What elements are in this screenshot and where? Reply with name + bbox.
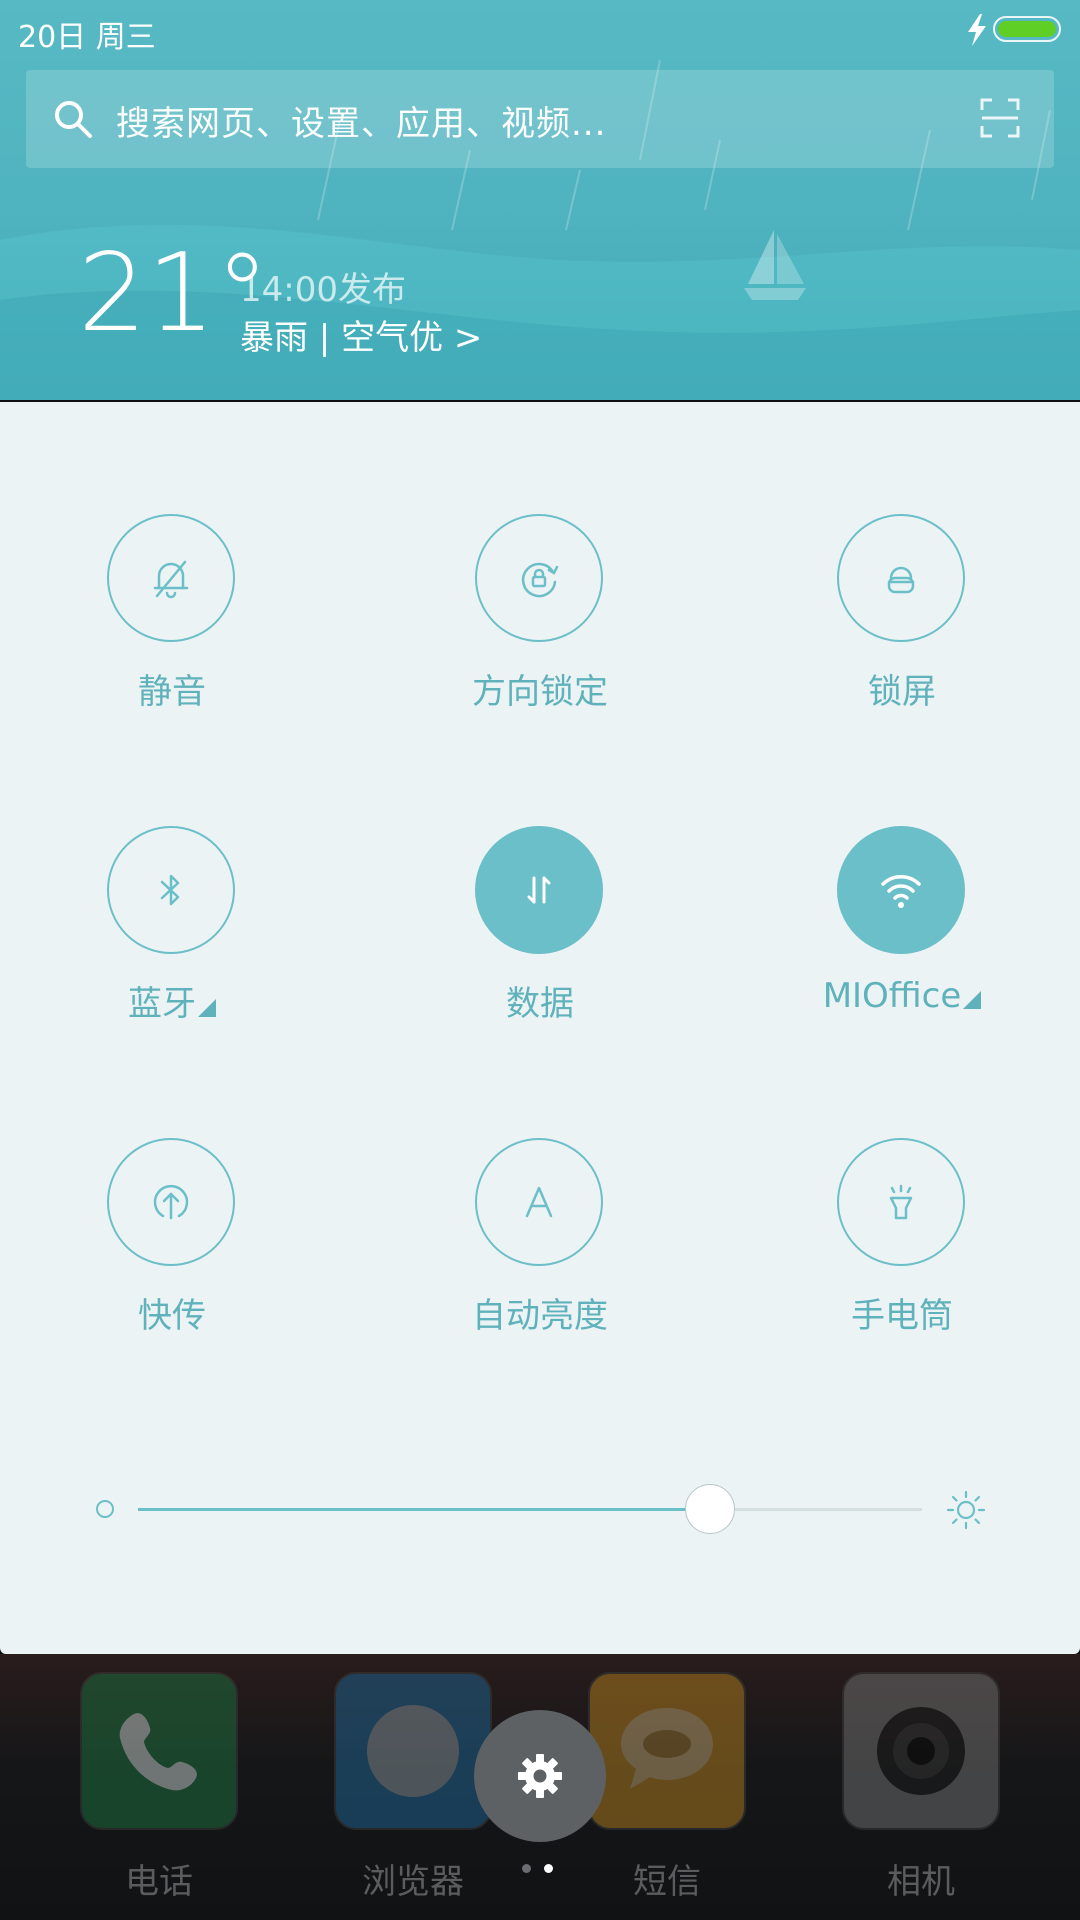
dock-app-label: 相机 — [887, 1862, 955, 1902]
lock-icon — [887, 566, 915, 594]
gear-icon — [518, 1754, 562, 1798]
toggle-wifi-button[interactable] — [837, 826, 965, 954]
battery-icon — [993, 16, 1061, 42]
more-options-indicator-icon — [198, 999, 216, 1017]
flashlight-icon — [889, 1184, 913, 1220]
toggle-bluetooth[interactable]: 蓝牙 — [22, 826, 322, 1046]
brightness-low-icon — [96, 1500, 114, 1518]
scan-icon[interactable] — [980, 98, 1020, 138]
page-indicator — [522, 1864, 562, 1876]
toggle-quick-transfer[interactable]: 快传 — [22, 1138, 322, 1358]
toggle-bluetooth-button[interactable] — [107, 826, 235, 954]
dock-app-browser[interactable]: 浏览器 — [334, 1672, 494, 1903]
message-icon[interactable] — [588, 1672, 746, 1830]
toggle-auto-brightness-label: 自动亮度 — [472, 1296, 608, 1336]
toggle-bluetooth-label: 蓝牙 — [128, 984, 196, 1024]
weather-header: 20日 周三 搜索网页、设置、应用、视频... 21° 14:00发布 暴雨 |… — [0, 0, 1080, 400]
search-placeholder: 搜索网页、设置、应用、视频... — [116, 104, 607, 144]
dock-app-label: 浏览器 — [362, 1862, 464, 1902]
wifi-icon — [881, 875, 921, 908]
quick-settings-panel: 静音 方向锁定 锁屏 蓝牙 数据 MIOffice 快传 自动亮度 手电筒 — [0, 402, 1080, 1654]
battery-level — [998, 21, 1056, 37]
dock-app-messages[interactable]: 短信 — [588, 1672, 748, 1903]
more-options-indicator-icon — [963, 991, 982, 1009]
brightness-slider[interactable] — [138, 1484, 922, 1534]
toggle-wifi-label: MIOffice — [822, 976, 962, 1016]
toggle-rotation-lock-button[interactable] — [475, 514, 603, 642]
brightness-slider-fill — [138, 1508, 710, 1511]
auto-brightness-icon — [525, 1186, 553, 1218]
toggle-wifi-label-row: MIOffice — [752, 976, 1052, 1016]
bluetooth-icon — [160, 874, 180, 906]
camera-glyph — [877, 1707, 965, 1795]
search-bar[interactable]: 搜索网页、设置、应用、视频... — [26, 70, 1054, 168]
toggle-wifi[interactable]: MIOffice — [752, 826, 1052, 1046]
toggle-quick-transfer-label: 快传 — [138, 1296, 206, 1336]
page-dot — [522, 1864, 531, 1873]
phone-icon[interactable] — [80, 1672, 238, 1830]
weather-condition-link[interactable]: 暴雨 | 空气优 > — [240, 310, 482, 359]
browser-glyph — [367, 1705, 459, 1797]
settings-button[interactable] — [474, 1710, 606, 1842]
dock-app-camera[interactable]: 相机 — [842, 1672, 1002, 1903]
toggle-silent-button[interactable] — [107, 514, 235, 642]
brightness-high-icon — [946, 1490, 986, 1530]
upload-icon — [153, 1184, 189, 1220]
mobile-data-icon — [527, 876, 551, 904]
weather-publish-time: 14:00发布 — [240, 270, 406, 310]
dock-app-phone[interactable]: 电话 — [80, 1672, 240, 1903]
toggle-lock-screen[interactable]: 锁屏 — [752, 514, 1052, 734]
camera-icon[interactable] — [842, 1672, 1000, 1830]
toggle-silent-label: 静音 — [138, 672, 206, 712]
toggle-mobile-data-label: 数据 — [506, 984, 574, 1024]
toggle-rotation-lock[interactable]: 方向锁定 — [390, 514, 690, 734]
charging-icon — [968, 14, 986, 46]
rotation-lock-icon — [521, 562, 559, 598]
status-bar: 20日 周三 — [0, 0, 1080, 62]
toggle-bluetooth-label-row: 蓝牙 — [22, 976, 322, 1025]
search-icon — [55, 101, 92, 138]
toggle-flashlight[interactable]: 手电筒 — [752, 1138, 1052, 1358]
status-date: 20日 周三 — [18, 20, 156, 55]
toggle-mobile-data[interactable]: 数据 — [390, 826, 690, 1046]
browser-icon[interactable] — [334, 1672, 492, 1830]
dock-app-label: 短信 — [633, 1862, 701, 1902]
dock-app-label: 电话 — [125, 1862, 193, 1902]
message-glyph — [621, 1708, 713, 1789]
toggle-rotation-lock-label: 方向锁定 — [472, 672, 608, 712]
toggle-mobile-data-button[interactable] — [475, 826, 603, 954]
toggle-auto-brightness-button[interactable] — [475, 1138, 603, 1266]
brightness-slider-thumb[interactable] — [685, 1484, 735, 1534]
sailboat-icon — [744, 230, 806, 300]
toggle-flashlight-button[interactable] — [837, 1138, 965, 1266]
toggle-lock-screen-button[interactable] — [837, 514, 965, 642]
toggle-quick-transfer-button[interactable] — [107, 1138, 235, 1266]
page-dot-active — [544, 1864, 553, 1873]
toggle-flashlight-label: 手电筒 — [851, 1296, 953, 1336]
toggle-auto-brightness[interactable]: 自动亮度 — [390, 1138, 690, 1358]
phone-glyph — [119, 1713, 197, 1791]
toggle-silent[interactable]: 静音 — [22, 514, 322, 734]
bell-off-icon — [153, 560, 189, 599]
toggle-lock-screen-label: 锁屏 — [868, 672, 936, 712]
